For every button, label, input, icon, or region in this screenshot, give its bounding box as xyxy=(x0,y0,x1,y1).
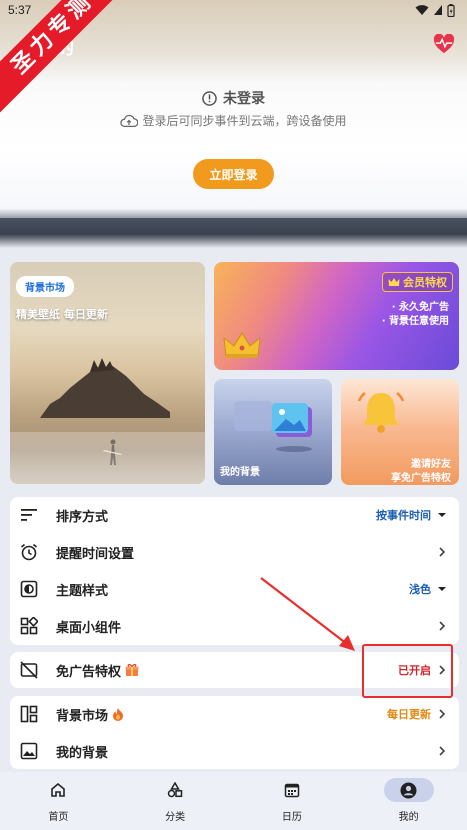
theme-style-row[interactable]: 主题样式 浅色 xyxy=(10,571,459,607)
nav-category[interactable]: 分类 xyxy=(135,778,215,823)
background-market-label: 背景市场 xyxy=(56,705,124,724)
desktop-widget-row[interactable]: 桌面小组件 xyxy=(10,608,459,644)
vip-tag-label: 会员特权 xyxy=(403,276,447,289)
signal-icon xyxy=(434,5,442,15)
annotation-arrow xyxy=(260,577,355,651)
home-icon xyxy=(51,782,66,797)
vip-perk-1: · 永久免广告 xyxy=(391,302,449,313)
crown-small-icon xyxy=(388,278,400,286)
invite-line-2: 享免广告特权 xyxy=(391,473,451,484)
theme-style-value: 浅色 xyxy=(409,583,431,596)
header-fade xyxy=(0,234,467,248)
sort-order-value: 按事件时间 xyxy=(376,509,431,522)
dropdown-arrow-icon xyxy=(438,513,446,517)
nav-home-label: 首页 xyxy=(48,812,69,823)
background-market-caption: 精美壁纸 每日更新 xyxy=(16,308,108,321)
my-background-row[interactable]: 我的背景 xyxy=(10,733,459,769)
vip-privileges-card[interactable]: 会员特权 · 永久免广告 · 背景任意使用 xyxy=(214,262,459,370)
alarm-icon xyxy=(20,543,38,561)
my-background-label: 我的背景 xyxy=(56,745,109,761)
annotation-highlight-box xyxy=(362,644,453,698)
nav-home-icon-wrap xyxy=(33,778,83,802)
fire-icon xyxy=(113,708,124,721)
login-status-text: 未登录 xyxy=(223,91,265,107)
image-icon xyxy=(20,742,38,760)
no-ad-icon xyxy=(20,661,38,679)
my-background-caption: 我的背景 xyxy=(220,467,260,478)
background-market-pill: 背景市场 xyxy=(16,276,74,297)
background-panel: 背景市场 每日更新 我的背景 xyxy=(10,696,459,769)
cloud-upload-icon xyxy=(120,114,139,127)
nav-home[interactable]: 首页 xyxy=(18,778,98,823)
settings-panel: 排序方式 按事件时间 提醒时间设置 主题样式 浅色 桌面小组件 xyxy=(10,497,459,645)
info-icon xyxy=(202,90,217,106)
background-market-card[interactable]: 背景市场 精美壁纸 每日更新 xyxy=(10,262,205,484)
heart-rate-icon[interactable] xyxy=(433,34,455,54)
gift-icon xyxy=(125,663,139,676)
desktop-widget-label: 桌面小组件 xyxy=(56,620,122,636)
vip-perk-2: · 背景任意使用 xyxy=(381,316,449,327)
login-hint: 登录后可同步事件到云端，跨设备使用 xyxy=(0,112,467,129)
invite-line-1: 邀请好友 xyxy=(411,459,451,470)
my-background-card[interactable]: 我的背景 xyxy=(214,379,332,485)
bottom-navigation: 首页 分类 日历 我的 xyxy=(0,772,467,830)
reminder-time-row[interactable]: 提醒时间设置 xyxy=(10,534,459,570)
theme-style-label: 主题样式 xyxy=(56,583,109,599)
login-hint-text: 登录后可同步事件到云端，跨设备使用 xyxy=(142,114,347,128)
chevron-right-icon xyxy=(439,709,446,719)
sort-order-row[interactable]: 排序方式 按事件时间 xyxy=(10,497,459,533)
status-icons xyxy=(415,3,455,17)
widget-icon xyxy=(20,617,38,635)
dropdown-arrow-icon xyxy=(438,587,446,591)
login-button[interactable]: 立即登录 xyxy=(193,159,274,189)
nav-calendar[interactable]: 日历 xyxy=(252,778,332,823)
background-market-value: 每日更新 xyxy=(387,708,431,721)
nav-category-label: 分类 xyxy=(165,812,186,823)
vip-tag: 会员特权 xyxy=(382,272,453,292)
login-status: 未登录 xyxy=(0,88,467,108)
profile-icon xyxy=(400,782,417,798)
nav-profile-icon-wrap xyxy=(383,778,434,802)
battery-icon xyxy=(447,3,455,17)
chevron-right-icon xyxy=(439,746,446,756)
theme-icon xyxy=(20,580,38,598)
ad-free-label: 免广告特权 xyxy=(56,661,139,680)
beach-shore xyxy=(10,432,205,484)
nav-profile-label: 我的 xyxy=(398,812,419,823)
chevron-right-icon xyxy=(439,621,446,631)
island-illustration xyxy=(40,358,170,418)
nav-calendar-label: 日历 xyxy=(281,812,302,823)
ad-free-label-text: 免广告特权 xyxy=(56,664,122,680)
invite-friends-card[interactable]: 邀请好友 享免广告特权 xyxy=(341,379,459,485)
sort-icon xyxy=(21,509,37,521)
chevron-right-icon xyxy=(439,547,446,557)
gallery-icon xyxy=(234,401,312,452)
nav-category-icon-wrap xyxy=(150,778,200,802)
category-icon xyxy=(167,782,183,798)
nav-profile[interactable]: 我的 xyxy=(369,778,449,823)
wifi-icon xyxy=(415,5,429,15)
sort-order-label: 排序方式 xyxy=(56,509,109,525)
crown-icon xyxy=(223,332,261,358)
bell-icon xyxy=(357,392,405,433)
calendar-icon xyxy=(284,783,300,798)
background-market-row[interactable]: 背景市场 每日更新 xyxy=(10,696,459,732)
nav-calendar-icon-wrap xyxy=(267,778,317,802)
status-time: 5:37 xyxy=(8,3,32,17)
market-icon xyxy=(20,705,38,723)
background-market-label-text: 背景市场 xyxy=(56,708,109,724)
reminder-time-label: 提醒时间设置 xyxy=(56,546,135,562)
